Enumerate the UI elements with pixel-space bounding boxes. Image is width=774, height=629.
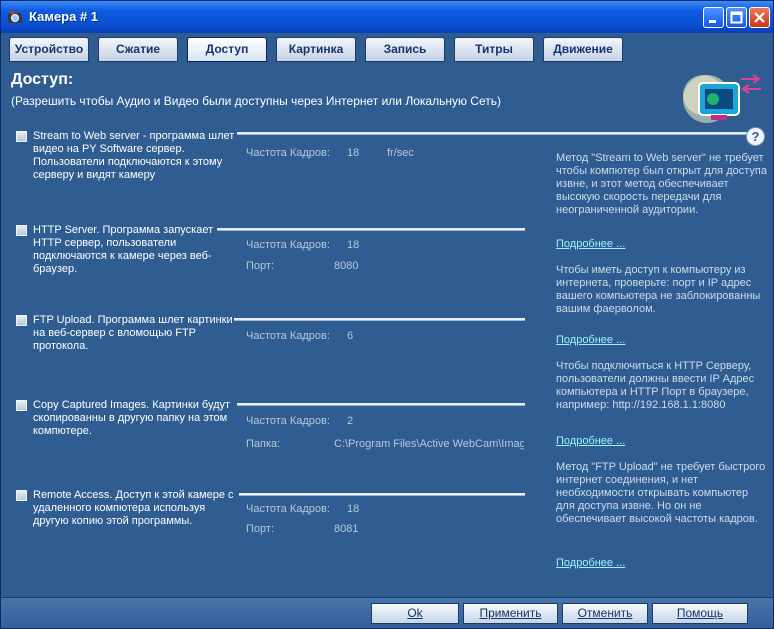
tab-recording[interactable]: Запись [365,37,445,62]
tab-motion[interactable]: Движение [543,37,623,62]
divider [217,228,525,231]
tab-access[interactable]: Доступ [187,37,267,62]
frame-rate-label: Частота Кадров: [246,503,330,515]
section-ftp-upload-text: FTP Upload. Программа шлет картинки на в… [33,314,233,352]
more-link[interactable]: Подробнее ... [556,557,625,569]
port-value[interactable]: 8080 [334,260,358,272]
tab-device[interactable]: Устройство [9,37,89,62]
window-title: Камера # 1 [29,9,99,24]
divider [237,403,525,406]
more-link[interactable]: Подробнее ... [556,238,625,250]
camera-settings-window: Камера # 1 Устройство Сжатие Доступ Карт… [0,0,774,629]
frame-rate-value[interactable]: 18 [347,147,359,159]
frame-rate-unit: fr/sec [387,147,414,159]
help-button[interactable]: Помощь [652,603,748,624]
cancel-button[interactable]: Отменить [562,603,648,624]
minimize-button[interactable] [703,7,724,28]
checkbox-copy-images[interactable] [16,400,27,411]
info-stream-text: Метод "Stream to Web server" не требует … [556,152,767,216]
checkbox-http-server[interactable] [16,225,27,236]
frame-rate-label: Частота Кадров: [246,147,330,159]
section-remote-access-text: Remote Access. Доступ к этой камере с уд… [33,489,234,527]
ok-button-label: Ok [407,606,423,620]
port-value[interactable]: 8081 [334,523,358,535]
title-bar[interactable]: Камера # 1 [1,1,773,33]
divider [234,318,525,321]
frame-rate-label: Частота Кадров: [246,239,330,251]
tab-strip: Устройство Сжатие Доступ Картинка Запись… [1,33,773,66]
checkbox-ftp-upload[interactable] [16,315,27,326]
info-firewall-text: Чтобы иметь доступ к компьютеру из интер… [556,264,761,315]
section-copy-images-text: Copy Captured Images. Картинки будут ско… [33,399,231,437]
port-label: Порт: [246,523,274,535]
apply-button[interactable]: Применить [463,603,558,624]
divider [239,493,525,496]
ok-button[interactable]: Ok [371,603,459,624]
info-ftp-text: Метод "FTP Upload" не требует быстрого и… [556,461,766,525]
close-button[interactable] [749,7,770,28]
info-http-text: Чтобы подключиться к HTTP Серверу, польз… [556,360,755,411]
help-button-label: Помощь [676,606,724,620]
frame-rate-label: Частота Кадров: [246,415,330,427]
checkbox-remote-access[interactable] [16,490,27,501]
page-subtitle: (Разрешить чтобы Аудио и Видео были дост… [11,94,501,108]
close-icon [754,12,765,23]
apply-button-label: Применить [479,606,542,620]
page-title: Доступ: [11,71,74,88]
more-link[interactable]: Подробнее ... [556,334,625,346]
section-stream-to-web-text: Stream to Web server - программа шлет ви… [33,130,235,181]
maximize-button[interactable] [726,7,747,28]
help-icon[interactable]: ? [746,127,765,146]
tab-compression[interactable]: Сжатие [98,37,178,62]
tab-captions[interactable]: Титры [454,37,534,62]
divider [237,132,747,135]
frame-rate-value[interactable]: 18 [347,239,359,251]
frame-rate-value[interactable]: 6 [347,330,353,342]
port-label: Порт: [246,260,274,272]
cancel-button-label: Отменить [577,606,633,620]
section-http-server-text: HTTP Server. Программа запускает HTTP се… [33,224,214,275]
folder-path-value[interactable]: C:\Program Files\Active WebCam\Imag [334,438,524,450]
minimize-icon [709,20,716,23]
tv-network-logo [683,74,761,123]
folder-label: Папка: [246,438,281,450]
checkbox-stream-to-web[interactable] [16,131,27,142]
maximize-icon [730,11,743,24]
frame-rate-value[interactable]: 2 [347,415,353,427]
frame-rate-value[interactable]: 18 [347,503,359,515]
camera-app-icon [8,11,22,23]
tab-picture[interactable]: Картинка [276,37,356,62]
more-link[interactable]: Подробнее ... [556,435,625,447]
frame-rate-label: Частота Кадров: [246,330,330,342]
